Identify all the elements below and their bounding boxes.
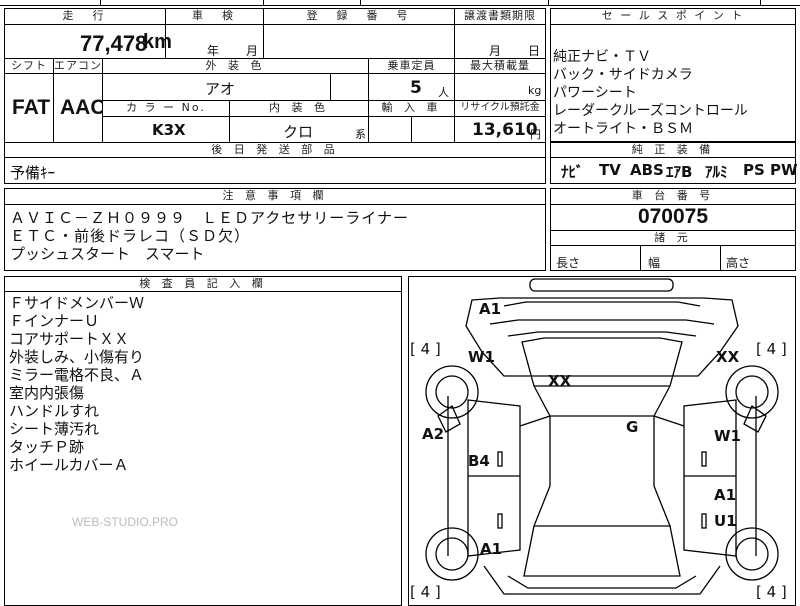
sales-point-item: バック・サイドカメラ [553,67,693,83]
chassis-value: 070075 [637,205,709,228]
int-color-value: クロ [283,123,314,141]
tire-label: [ 4 ] [756,583,787,601]
sales-point-list: 純正ナビ・ＴＶ バック・サイドカメラ パワーシート レーダークルーズコントロール… [553,48,793,138]
chassis-label: 車 台 番 号 [551,189,795,203]
sales-point-item: オートライト・ＢＳＭ [553,121,693,137]
damage-mark: U1 [714,512,737,530]
tire-label: [ 4 ] [756,340,787,358]
top-border [0,0,800,6]
dims-label: 諸 元 [551,231,795,245]
damage-mark: A1 [714,486,737,504]
damage-mark: A2 [422,425,445,443]
equip-navi: ﾅﾋﾞ [561,163,584,181]
equip-alumi: ｱﾙﾐ [705,163,728,181]
aircon-value: AAC [60,96,106,119]
inspector-line: ハンドルすれ [9,402,100,420]
tire-label: [ 4 ] [410,340,441,358]
equipment-label: 純 正 装 備 [551,143,795,157]
equip-abs: ABS [630,161,664,179]
note-line: プッシュスタート スマート [10,245,205,263]
damage-mark: XX [548,372,572,390]
damage-mark: A1 [479,300,502,318]
color-no-label: カ ラ ー No. [103,101,229,115]
ext-color-label: 外 装 色 [103,59,368,73]
ext-color-value: アオ [205,80,236,98]
import-label: 輸 入 車 [369,101,454,115]
inspector-line: ミラー電格不良、Ａ [9,366,145,384]
max-load-label: 最大積載量 [455,59,545,73]
inspection-month: 月 [246,44,259,58]
transfer-month: 月 [489,44,502,58]
dims-length: 長さ [556,256,581,270]
damage-mark: A1 [480,540,503,558]
inspector-line: タッチＰ跡 [9,438,85,456]
int-color-suffix: 系 [355,128,366,141]
damage-mark: XX [716,348,740,366]
transfer-day: 日 [528,44,541,58]
dims-height: 高さ [726,256,751,270]
recycle-value: 13,610 [472,120,538,140]
inspector-line: 室内内張傷 [9,384,85,402]
later-parts-label: 後 日 発 送 部 品 [5,143,545,157]
damage-mark: G [626,418,639,436]
inspector-line: ＦサイドメンバーＷ [9,294,145,312]
mileage-value: 77,478 [80,31,148,56]
notes-label: 注 意 事 項 欄 [5,189,545,203]
inspection-year: 年 [207,44,220,58]
shift-value: FAT [12,96,51,119]
recycle-label: リサイクル預託金 [455,101,545,115]
dims-width: 幅 [648,256,661,270]
capacity-label: 乗車定員 [369,59,454,73]
sales-point-label: セ ー ル ス ポ イ ン ト [551,9,795,23]
mileage-label: 走 行 [5,9,165,23]
sales-point-item: レーダークルーズコントロール [553,103,748,119]
damage-mark: W1 [468,348,495,366]
damage-mark: W1 [714,427,741,445]
recycle-unit: 円 [530,128,541,141]
later-parts-value: 予備ｷｰ [10,164,56,182]
mileage-unit: km [143,31,172,53]
capacity-unit: 人 [438,86,449,99]
inspection-label: 車 検 [166,9,263,23]
int-color-label: 内 装 色 [230,101,368,115]
inspector-line: 外装しみ、小傷有り [9,348,145,366]
max-load-unit: kg [528,84,542,97]
aircon-label: エアコン [54,59,102,73]
notes-list: ＡＶＩＣ－ＺＨ０９９９ ＬＥＤアクセサリーライナー ＥＴＣ・前後ドラレコ（ＳＤ欠… [10,209,409,263]
inspector-line: ホイールカバーＡ [9,456,129,474]
note-line: ＥＴＣ・前後ドラレコ（ＳＤ欠） [10,227,251,245]
damage-mark: B4 [468,452,490,470]
equip-airbag: ｴｱB [666,163,693,181]
sales-point-item: 純正ナビ・ＴＶ [553,49,651,65]
equip-tv: TV [599,161,621,179]
transfer-label: 譲渡書類期限 [455,9,545,23]
shift-label: シフト [5,59,53,73]
inspector-line: シート薄汚れ [9,420,100,438]
inspector-label: 検 査 員 記 入 欄 [5,277,401,291]
tire-label: [ 4 ] [410,583,441,601]
inspector-list: ＦサイドメンバーＷ ＦインナーＵ コアサポートＸＸ 外装しみ、小傷有り ミラー電… [9,294,144,474]
equip-pw: PW [770,161,798,179]
inspector-line: コアサポートＸＸ [9,330,130,348]
inspector-line: ＦインナーＵ [9,312,100,330]
watermark: WEB-STUDIO.PRO [72,515,179,529]
note-line: ＡＶＩＣ－ＺＨ０９９９ ＬＥＤアクセサリーライナー [10,209,409,227]
color-no-value: K3X [152,121,186,139]
sales-point-item: パワーシート [553,85,637,101]
equip-ps: PS [743,161,765,179]
capacity-value: 5 [410,78,422,98]
reg-label: 登 録 番 号 [264,9,454,23]
